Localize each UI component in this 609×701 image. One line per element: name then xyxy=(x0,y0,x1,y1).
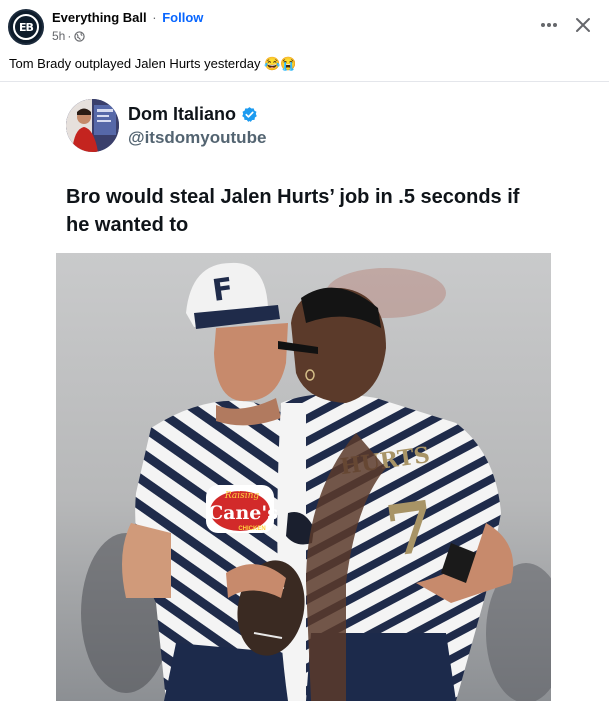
post-header: EB Everything Ball · Follow 5h · xyxy=(0,0,609,50)
post-caption: Tom Brady outplayed Jalen Hurts yesterda… xyxy=(9,56,297,71)
tweet-author-avatar xyxy=(66,99,119,152)
tweet-author-name: Dom Italiano xyxy=(128,104,237,124)
close-button[interactable] xyxy=(570,13,596,37)
globe-icon xyxy=(74,30,86,42)
close-icon xyxy=(576,18,590,32)
tweet-text: Bro would steal Jalen Hurts’ job in .5 s… xyxy=(66,186,520,236)
page-avatar[interactable]: EB xyxy=(8,9,44,45)
page-name[interactable]: Everything Ball xyxy=(52,10,147,25)
tweet-photo: Raising Cane's CHICKEN F HURTS 7 xyxy=(56,253,551,701)
post-timestamp[interactable]: 5h xyxy=(52,29,65,43)
more-options-button[interactable] xyxy=(536,13,562,37)
verified-badge-icon xyxy=(242,107,257,122)
more-horizontal-icon xyxy=(541,23,557,27)
tweet-author-handle: @itsdomyoutube xyxy=(128,128,267,147)
post-meta: 5h · xyxy=(52,29,86,43)
meta-separator: · xyxy=(67,29,72,43)
sponsor-main-text: Cane's xyxy=(208,502,278,524)
separator: · xyxy=(152,10,157,25)
page-name-row: Everything Ball · Follow xyxy=(52,10,203,25)
tweet-name-row: Dom Italiano xyxy=(128,104,258,125)
follow-button[interactable]: Follow xyxy=(162,10,203,25)
page-avatar-logo: EB xyxy=(13,14,39,40)
sponsor-top-text: Raising xyxy=(224,491,260,501)
sponsor-bottom-text: CHICKEN xyxy=(238,526,265,532)
